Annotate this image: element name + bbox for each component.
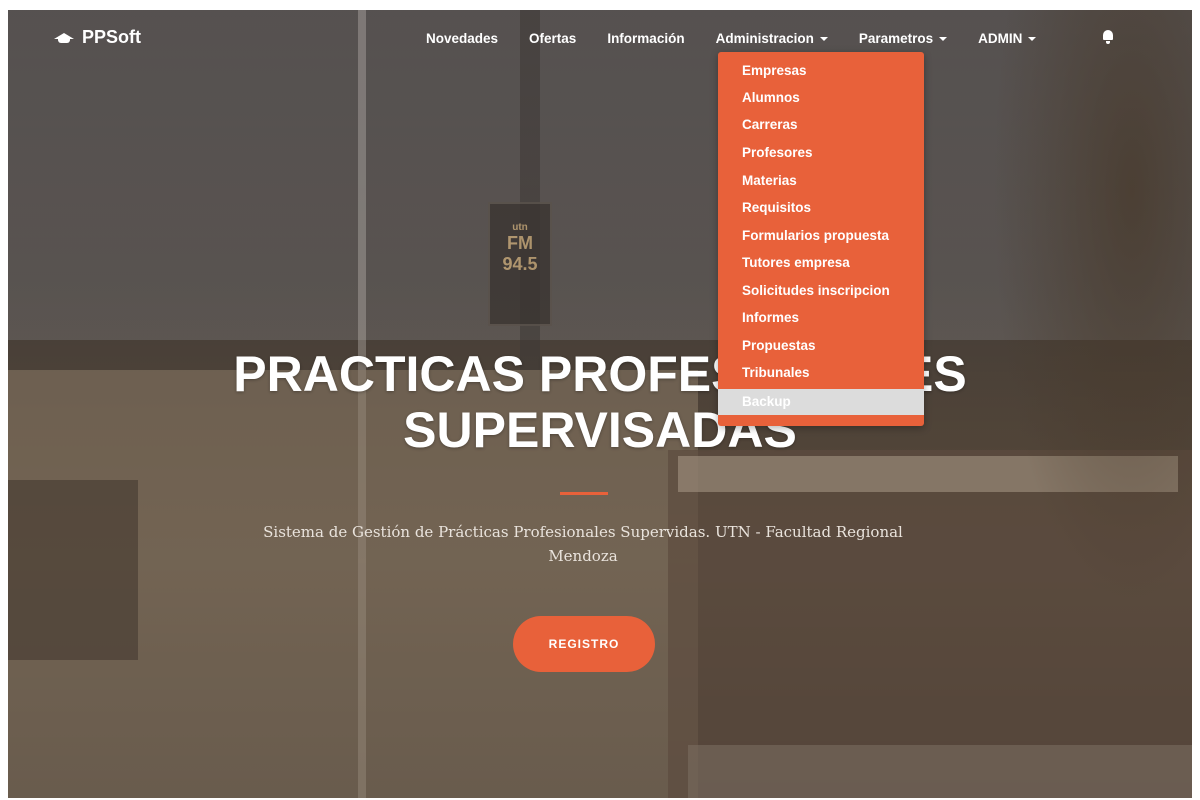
bell-icon[interactable] (1102, 30, 1114, 44)
menu-item-informes[interactable]: Informes (718, 305, 924, 331)
nav-administracion-label: Administracion (715, 30, 814, 46)
nav-novedades[interactable]: Novedades (426, 31, 498, 46)
chevron-down-icon (819, 36, 828, 41)
navbar: PPSoft Novedades Ofertas Información Adm… (8, 10, 1192, 66)
menu-item-solicitudes-inscripcion[interactable]: Solicitudes inscripcion (718, 278, 924, 304)
menu-item-empresas[interactable]: Empresas (718, 58, 924, 84)
nav-admin-label: ADMIN (978, 30, 1023, 46)
menu-item-carreras[interactable]: Carreras (718, 112, 924, 138)
chevron-down-icon (1028, 36, 1037, 41)
nav-parametros-dropdown[interactable]: Parametros (858, 30, 948, 46)
menu-item-alumnos[interactable]: Alumnos (718, 85, 924, 111)
menu-item-propuestas[interactable]: Propuestas (718, 333, 924, 359)
register-button[interactable]: REGISTRO (513, 616, 655, 672)
nav-parametros-label: Parametros (858, 30, 934, 46)
brand-name: PPSoft (82, 27, 142, 47)
administracion-dropdown-menu: Empresas Alumnos Carreras Profesores Mat… (718, 52, 924, 426)
menu-item-tribunales[interactable]: Tribunales (718, 360, 924, 386)
menu-item-tutores-empresa[interactable]: Tutores empresa (718, 250, 924, 276)
hero-subtitle: Sistema de Gestión de Prácticas Profesio… (263, 523, 903, 565)
menu-item-materias[interactable]: Materias (718, 168, 924, 194)
chevron-down-icon (939, 36, 948, 41)
hero-divider (560, 492, 608, 495)
menu-item-backup[interactable]: Backup (718, 389, 924, 415)
menu-item-profesores[interactable]: Profesores (718, 140, 924, 166)
page-frame: utn FM 94.5 PPSoft Novedades Ofertas Infor… (8, 10, 1192, 798)
nav-administracion-dropdown[interactable]: Administracion (716, 31, 828, 46)
hero-title-line-1: PRACTICAS PROFESIONALES (233, 346, 967, 402)
graduation-cap-icon (54, 31, 74, 45)
menu-item-formularios-propuesta[interactable]: Formularios propuesta (718, 223, 924, 249)
nav-admin-dropdown[interactable]: ADMIN (978, 30, 1037, 46)
menu-item-requisitos[interactable]: Requisitos (718, 195, 924, 221)
brand-logo[interactable]: PPSoft (54, 27, 141, 48)
nav-ofertas[interactable]: Ofertas (529, 31, 576, 46)
hero-title-line-2: SUPERVISADAS (403, 402, 797, 458)
nav-informacion[interactable]: Información (607, 31, 684, 46)
